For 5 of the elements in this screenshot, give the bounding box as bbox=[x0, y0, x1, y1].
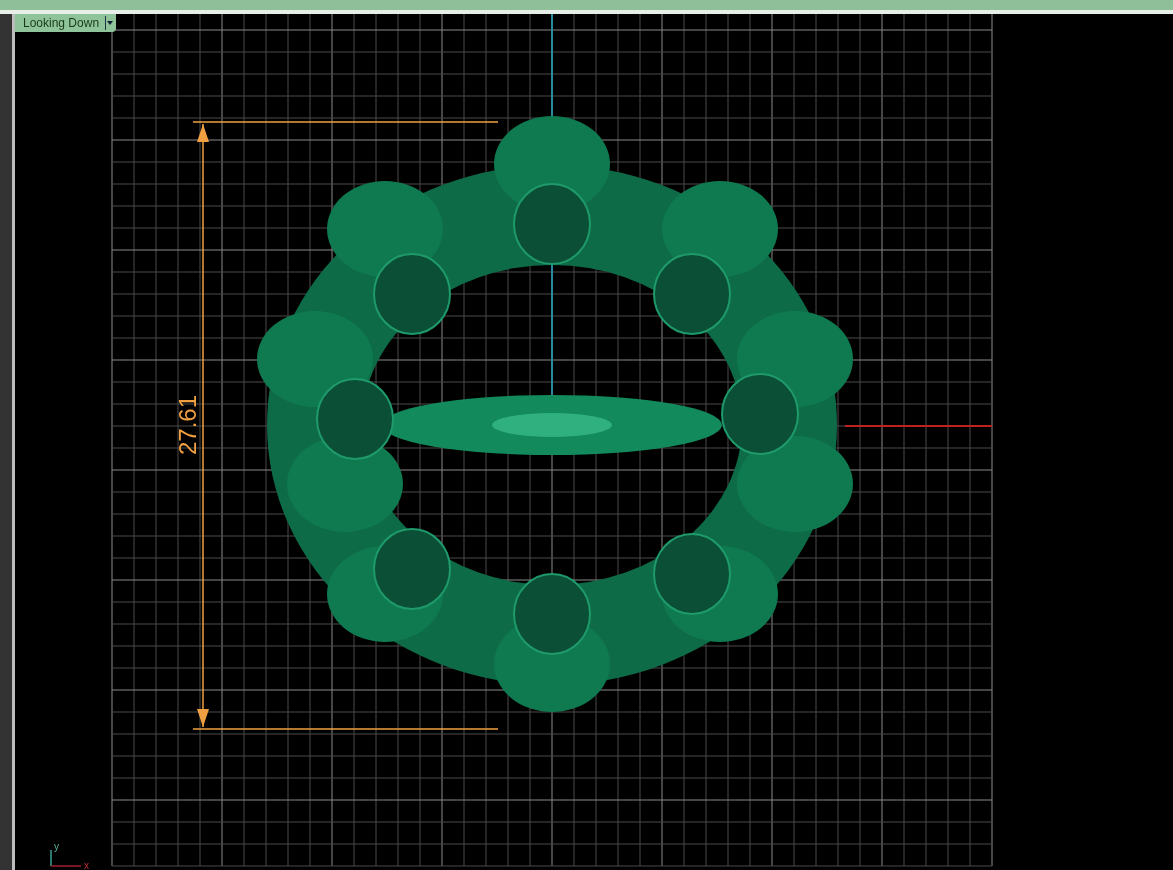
dimension-value: 27.61 bbox=[174, 394, 201, 456]
viewport-title-dropdown[interactable]: Looking Down bbox=[15, 14, 117, 32]
caret-icon bbox=[105, 16, 115, 30]
x-axis-label: x bbox=[84, 860, 89, 870]
y-axis-label: y bbox=[54, 841, 59, 852]
